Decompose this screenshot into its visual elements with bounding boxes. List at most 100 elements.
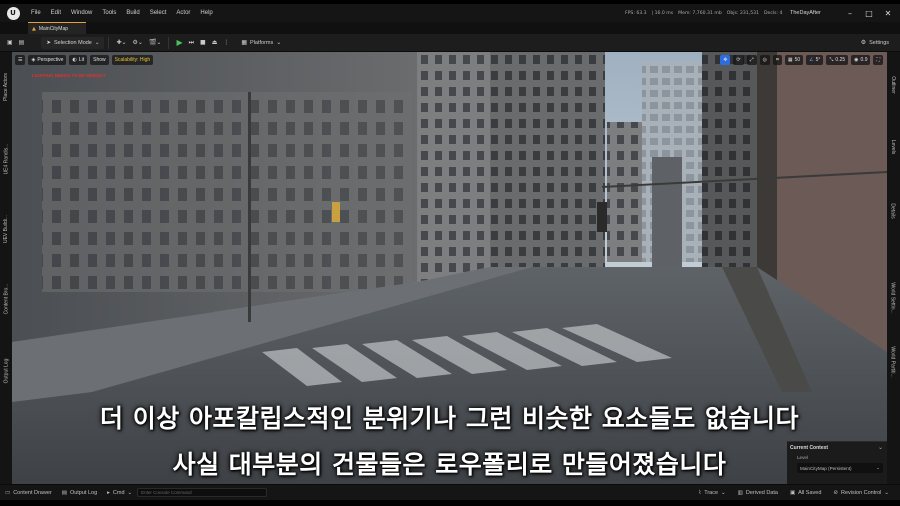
rotation-snap-button[interactable]: ∠ 5° (806, 55, 824, 65)
street-lamp-pole (248, 92, 251, 322)
tab-main-city-map[interactable]: ▲ MainCityMap (28, 22, 86, 34)
scale-icon[interactable]: ⤢ (746, 55, 757, 65)
status-bar-right: ⌇ Trace ⌄ ▥ Derived Data ▣ All Saved ⊘ R… (694, 485, 895, 501)
tab-uev-buildings[interactable]: UEV Buildi... (0, 204, 12, 254)
perspective-button[interactable]: ◈ Perspective (28, 55, 67, 65)
scale-snap-icon: ⤡ (829, 57, 834, 63)
content-browser-icon[interactable]: ▤ (16, 37, 28, 49)
camera-speed-button[interactable]: ◉ 0.9 (851, 55, 871, 65)
fps-stat: FPS: 63.3 (625, 10, 647, 16)
level-select[interactable]: MainCityMap (Persistent) ⌄ (797, 463, 883, 473)
camera-icon: ◉ (854, 57, 859, 63)
menu-tools[interactable]: Tools (97, 10, 121, 16)
surface-snap-icon[interactable]: ⌗ (773, 55, 782, 65)
level-viewport[interactable]: ☰ ◈ Perspective ◐ Lit Show Scalability: … (12, 52, 887, 484)
chevron-down-icon[interactable]: ⌄ (878, 444, 883, 451)
platforms-label: Platforms (250, 39, 274, 46)
minimize-icon[interactable]: – (843, 4, 857, 22)
play-options-icon[interactable]: ⋮ (220, 37, 232, 49)
tab-world-partition[interactable]: World Partiti... (887, 332, 899, 392)
chevron-down-icon: ⌄ (721, 490, 726, 496)
objects-stat: Objs: 231,531 (726, 10, 759, 16)
close-icon[interactable]: ✕ (881, 4, 895, 22)
grid-snap-value: 50 (794, 57, 801, 63)
chevron-down-icon: ⌄ (94, 39, 100, 46)
show-label: Show (93, 57, 106, 63)
menu-file[interactable]: File (26, 10, 46, 16)
selection-mode-dropdown[interactable]: ➤ Selection Mode ⌄ (41, 36, 105, 49)
viewport-menu-button[interactable]: ☰ (15, 55, 26, 65)
tab-output-log[interactable]: Output Log (0, 346, 12, 396)
world-icon[interactable]: ◎ (759, 55, 771, 65)
performance-stats: FPS: 63.3 | 16.0 ms Mem: 7,760.31 mb Obj… (625, 4, 782, 22)
step-icon[interactable]: ⏭ (186, 37, 197, 49)
output-log-label: Output Log (69, 489, 98, 496)
show-button[interactable]: Show (90, 55, 109, 65)
add-actor-icon[interactable]: ✚⌄ (113, 37, 129, 49)
database-icon: ▥ (737, 490, 743, 496)
subtitle-line-2: 사실 대부분의 건물들은 로우폴리로 만들어졌습니다 (172, 450, 727, 479)
log-icon: ▤ (61, 489, 67, 496)
all-saved-button[interactable]: ▣ All Saved (785, 485, 826, 501)
content-drawer-button[interactable]: ▭ Content Drawer (0, 485, 57, 501)
menu-bar: U File Edit Window Tools Build Select Ac… (0, 4, 900, 22)
menu-window[interactable]: Window (66, 10, 97, 16)
menu-build[interactable]: Build (121, 10, 144, 16)
derived-data-button[interactable]: ▥ Derived Data (733, 485, 783, 501)
console-command-input[interactable]: Enter Console Command (137, 488, 268, 497)
lighting-warning: LIGHTING NEEDS TO BE REBUILT (32, 73, 106, 78)
tab-label: Details (890, 203, 897, 219)
lit-icon: ◐ (72, 57, 77, 63)
tab-details[interactable]: Details (887, 186, 899, 236)
blueprint-icon[interactable]: ⚙⌄ (130, 37, 146, 49)
maximize-viewport-icon[interactable]: ⛶ (873, 55, 883, 65)
decls-stat: Decls: 4 (763, 10, 783, 16)
letterbox-bottom (0, 500, 900, 506)
scale-snap-button[interactable]: ⤡ 0.25 (826, 55, 849, 65)
tab-place-actors[interactable]: Place Actors (0, 62, 12, 112)
platforms-icon: ▦ (241, 39, 248, 46)
play-icon[interactable]: ▶ (173, 37, 185, 49)
distant-building (652, 157, 682, 267)
tab-ue4-randis[interactable]: UE4 Randis... (0, 134, 12, 184)
cmd-dropdown[interactable]: ▸ Cmd ⌄ (102, 485, 137, 501)
all-saved-label: All Saved (798, 490, 822, 496)
chevron-down-icon: ⌄ (876, 465, 880, 471)
tab-content-browser[interactable]: Content Bro... (0, 274, 12, 324)
menu-edit[interactable]: Edit (46, 10, 66, 16)
distant-building (607, 122, 647, 262)
scalability-label: Scalability: High (114, 57, 151, 63)
tab-levels[interactable]: Levels (887, 122, 899, 172)
revision-control-button[interactable]: ⊘ Revision Control ⌄ (828, 485, 894, 501)
toolbar-divider (108, 36, 110, 49)
settings-label: Settings (869, 39, 889, 46)
stop-icon[interactable]: ■ (197, 37, 209, 49)
cinematics-icon[interactable]: 🎬⌄ (146, 37, 165, 49)
rotate-icon[interactable]: ⟳ (733, 55, 744, 65)
translate-icon[interactable]: ✥ (720, 55, 731, 65)
scalability-button[interactable]: Scalability: High (111, 55, 154, 65)
maximize-icon[interactable]: □ (862, 4, 876, 22)
tab-outliner[interactable]: Outliner (887, 60, 899, 110)
level-label: Level (797, 455, 808, 460)
trace-button[interactable]: ⌇ Trace ⌄ (694, 485, 731, 501)
save-icon[interactable]: ▣ (4, 37, 16, 49)
level-icon: ▲ (32, 25, 36, 32)
menu-actor[interactable]: Actor (171, 10, 195, 16)
grid-snap-button[interactable]: ▦ 50 (784, 55, 804, 65)
drawer-icon: ▭ (5, 489, 11, 496)
eject-icon[interactable]: ⏏ (209, 37, 221, 49)
chevron-down-icon: ⌄ (276, 39, 282, 46)
platforms-dropdown[interactable]: ▦ Platforms ⌄ (238, 37, 284, 49)
main-toolbar: ▣ ▤ ➤ Selection Mode ⌄ ✚⌄ ⚙⌄ 🎬⌄ ▶ ⏭ ■ ⏏ … (0, 34, 900, 52)
settings-button[interactable]: ⚙ Settings (858, 37, 892, 49)
menu-help[interactable]: Help (195, 10, 217, 16)
menu-select[interactable]: Select (145, 10, 172, 16)
tab-label: Output Log (3, 358, 9, 384)
output-log-button[interactable]: ▤ Output Log (57, 485, 102, 501)
unreal-logo-icon[interactable]: U (4, 4, 22, 22)
tab-world-settings[interactable]: World Settin... (887, 268, 899, 328)
save-icon: ▣ (789, 490, 796, 496)
lit-button[interactable]: ◐ Lit (69, 55, 88, 65)
scale-snap-value: 0.25 (835, 57, 846, 63)
